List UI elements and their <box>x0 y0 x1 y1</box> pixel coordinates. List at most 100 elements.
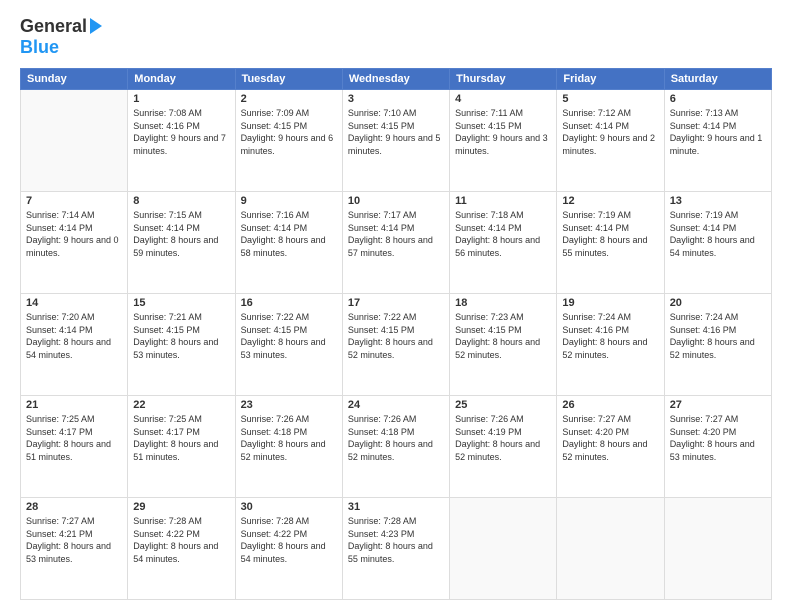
day-number: 14 <box>26 297 122 309</box>
calendar-cell: 12 Sunrise: 7:19 AMSunset: 4:14 PMDayligh… <box>557 192 664 294</box>
cell-info: Sunrise: 7:27 AMSunset: 4:20 PMDaylight:… <box>670 413 766 463</box>
calendar-cell: 10 Sunrise: 7:17 AMSunset: 4:14 PMDayligh… <box>342 192 449 294</box>
calendar-cell: 16 Sunrise: 7:22 AMSunset: 4:15 PMDayligh… <box>235 294 342 396</box>
calendar-cell: 11 Sunrise: 7:18 AMSunset: 4:14 PMDayligh… <box>450 192 557 294</box>
cell-info: Sunrise: 7:21 AMSunset: 4:15 PMDaylight:… <box>133 311 229 361</box>
day-number: 25 <box>455 399 551 411</box>
calendar-cell: 29Sunrise: 7:28 AMSunset: 4:22 PMDayligh… <box>128 498 235 600</box>
cell-info: Sunrise: 7:22 AMSunset: 4:15 PMDaylight:… <box>241 311 337 361</box>
cell-info: Sunrise: 7:28 AMSunset: 4:22 PMDaylight:… <box>241 515 337 565</box>
day-number: 13 <box>670 195 766 207</box>
calendar-cell: 2Sunrise: 7:09 AMSunset: 4:15 PMDaylight… <box>235 90 342 192</box>
day-number: 26 <box>562 399 658 411</box>
cell-info: Sunrise: 7:12 AMSunset: 4:14 PMDaylight:… <box>562 107 658 157</box>
calendar-cell: 18Sunrise: 7:23 AMSunset: 4:15 PMDayligh… <box>450 294 557 396</box>
cell-info: Sunrise: 7:16 AMSunset: 4:14 PMDaylight:… <box>241 209 337 259</box>
calendar-cell: 8 Sunrise: 7:15 AMSunset: 4:14 PMDaylight… <box>128 192 235 294</box>
calendar-cell <box>450 498 557 600</box>
day-number: 18 <box>455 297 551 309</box>
day-number: 12 <box>562 195 658 207</box>
day-number: 16 <box>241 297 337 309</box>
day-number: 4 <box>455 93 551 105</box>
day-number: 1 <box>133 93 229 105</box>
cell-info: Sunrise: 7:08 AMSunset: 4:16 PMDaylight:… <box>133 107 229 157</box>
calendar-cell: 27 Sunrise: 7:27 AMSunset: 4:20 PMDayligh… <box>664 396 771 498</box>
logo: General Blue <box>20 16 102 58</box>
day-number: 31 <box>348 501 444 513</box>
day-number: 23 <box>241 399 337 411</box>
cell-info: Sunrise: 7:26 AMSunset: 4:19 PMDaylight:… <box>455 413 551 463</box>
calendar-week-row: 1 Sunrise: 7:08 AMSunset: 4:16 PMDaylight… <box>21 90 772 192</box>
logo-arrow-icon <box>90 18 102 34</box>
cell-info: Sunrise: 7:28 AMSunset: 4:23 PMDaylight:… <box>348 515 444 565</box>
calendar-cell: 15 Sunrise: 7:21 AMSunset: 4:15 PMDayligh… <box>128 294 235 396</box>
day-number: 24 <box>348 399 444 411</box>
calendar-cell: 24 Sunrise: 7:26 AMSunset: 4:18 PMDayligh… <box>342 396 449 498</box>
calendar-week-row: 28 Sunrise: 7:27 AMSunset: 4:21 PMDayligh… <box>21 498 772 600</box>
day-number: 20 <box>670 297 766 309</box>
day-number: 6 <box>670 93 766 105</box>
cell-info: Sunrise: 7:18 AMSunset: 4:14 PMDaylight:… <box>455 209 551 259</box>
calendar-table: SundayMondayTuesdayWednesdayThursdayFrid… <box>20 68 772 600</box>
day-number: 21 <box>26 399 122 411</box>
weekday-header-wednesday: Wednesday <box>342 69 449 90</box>
cell-info: Sunrise: 7:15 AMSunset: 4:14 PMDaylight:… <box>133 209 229 259</box>
cell-info: Sunrise: 7:14 AMSunset: 4:14 PMDaylight:… <box>26 209 122 259</box>
day-number: 8 <box>133 195 229 207</box>
day-number: 15 <box>133 297 229 309</box>
calendar-cell: 5 Sunrise: 7:12 AMSunset: 4:14 PMDaylight… <box>557 90 664 192</box>
calendar-cell: 23 Sunrise: 7:26 AMSunset: 4:18 PMDayligh… <box>235 396 342 498</box>
calendar-cell: 6 Sunrise: 7:13 AMSunset: 4:14 PMDaylight… <box>664 90 771 192</box>
calendar-week-row: 7 Sunrise: 7:14 AMSunset: 4:14 PMDaylight… <box>21 192 772 294</box>
calendar-cell <box>21 90 128 192</box>
calendar-cell: 26 Sunrise: 7:27 AMSunset: 4:20 PMDayligh… <box>557 396 664 498</box>
calendar-cell: 4 Sunrise: 7:11 AMSunset: 4:15 PMDaylight… <box>450 90 557 192</box>
cell-info: Sunrise: 7:26 AMSunset: 4:18 PMDaylight:… <box>348 413 444 463</box>
day-number: 28 <box>26 501 122 513</box>
weekday-header-monday: Monday <box>128 69 235 90</box>
cell-info: Sunrise: 7:25 AMSunset: 4:17 PMDaylight:… <box>133 413 229 463</box>
calendar-cell: 28 Sunrise: 7:27 AMSunset: 4:21 PMDayligh… <box>21 498 128 600</box>
day-number: 30 <box>241 501 337 513</box>
weekday-header-thursday: Thursday <box>450 69 557 90</box>
calendar-cell: 22 Sunrise: 7:25 AMSunset: 4:17 PMDayligh… <box>128 396 235 498</box>
calendar-week-row: 21 Sunrise: 7:25 AMSunset: 4:17 PMDayligh… <box>21 396 772 498</box>
weekday-header-sunday: Sunday <box>21 69 128 90</box>
cell-info: Sunrise: 7:13 AMSunset: 4:14 PMDaylight:… <box>670 107 766 157</box>
cell-info: Sunrise: 7:25 AMSunset: 4:17 PMDaylight:… <box>26 413 122 463</box>
logo-general: General <box>20 16 87 37</box>
cell-info: Sunrise: 7:24 AMSunset: 4:16 PMDaylight:… <box>562 311 658 361</box>
calendar-cell <box>664 498 771 600</box>
day-number: 29 <box>133 501 229 513</box>
day-number: 10 <box>348 195 444 207</box>
day-number: 17 <box>348 297 444 309</box>
cell-info: Sunrise: 7:19 AMSunset: 4:14 PMDaylight:… <box>670 209 766 259</box>
weekday-header-row: SundayMondayTuesdayWednesdayThursdayFrid… <box>21 69 772 90</box>
day-number: 19 <box>562 297 658 309</box>
calendar-cell: 1 Sunrise: 7:08 AMSunset: 4:16 PMDaylight… <box>128 90 235 192</box>
cell-info: Sunrise: 7:20 AMSunset: 4:14 PMDaylight:… <box>26 311 122 361</box>
calendar-cell: 21 Sunrise: 7:25 AMSunset: 4:17 PMDayligh… <box>21 396 128 498</box>
cell-info: Sunrise: 7:27 AMSunset: 4:21 PMDaylight:… <box>26 515 122 565</box>
cell-info: Sunrise: 7:17 AMSunset: 4:14 PMDaylight:… <box>348 209 444 259</box>
calendar-cell: 9Sunrise: 7:16 AMSunset: 4:14 PMDaylight… <box>235 192 342 294</box>
calendar-cell: 19 Sunrise: 7:24 AMSunset: 4:16 PMDayligh… <box>557 294 664 396</box>
day-number: 5 <box>562 93 658 105</box>
calendar-cell: 31 Sunrise: 7:28 AMSunset: 4:23 PMDayligh… <box>342 498 449 600</box>
cell-info: Sunrise: 7:19 AMSunset: 4:14 PMDaylight:… <box>562 209 658 259</box>
day-number: 7 <box>26 195 122 207</box>
cell-info: Sunrise: 7:24 AMSunset: 4:16 PMDaylight:… <box>670 311 766 361</box>
calendar-cell: 7 Sunrise: 7:14 AMSunset: 4:14 PMDaylight… <box>21 192 128 294</box>
calendar-cell: 13 Sunrise: 7:19 AMSunset: 4:14 PMDayligh… <box>664 192 771 294</box>
calendar-cell: 14 Sunrise: 7:20 AMSunset: 4:14 PMDayligh… <box>21 294 128 396</box>
cell-info: Sunrise: 7:11 AMSunset: 4:15 PMDaylight:… <box>455 107 551 157</box>
calendar-cell: 3Sunrise: 7:10 AMSunset: 4:15 PMDaylight… <box>342 90 449 192</box>
day-number: 22 <box>133 399 229 411</box>
cell-info: Sunrise: 7:27 AMSunset: 4:20 PMDaylight:… <box>562 413 658 463</box>
calendar-cell: 30 Sunrise: 7:28 AMSunset: 4:22 PMDayligh… <box>235 498 342 600</box>
calendar-cell: 17Sunrise: 7:22 AMSunset: 4:15 PMDayligh… <box>342 294 449 396</box>
weekday-header-saturday: Saturday <box>664 69 771 90</box>
day-number: 27 <box>670 399 766 411</box>
day-number: 11 <box>455 195 551 207</box>
cell-info: Sunrise: 7:26 AMSunset: 4:18 PMDaylight:… <box>241 413 337 463</box>
